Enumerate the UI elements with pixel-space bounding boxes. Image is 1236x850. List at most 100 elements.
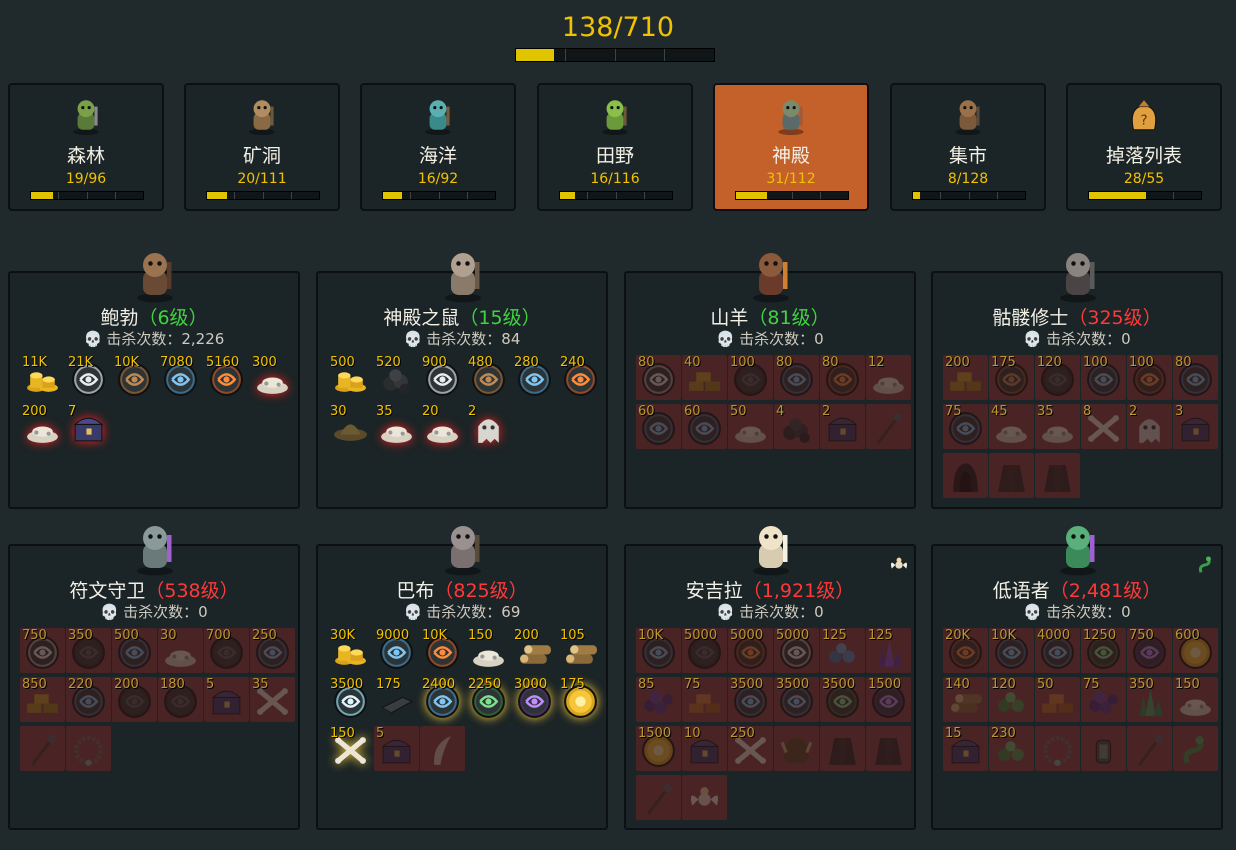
area-tab-5[interactable]: 神殿 31/112 — [713, 83, 869, 211]
boss-card[interactable]: 符文守卫（538级） 💀 击杀次数：0 750 350 500 30 700 2… — [8, 526, 300, 830]
drop-slot[interactable]: 140 — [943, 677, 988, 722]
drop-slot[interactable]: 1500 — [636, 726, 681, 771]
drop-slot[interactable]: 4 — [774, 404, 819, 449]
boss-card[interactable]: 巴布（825级） 💀 击杀次数：69 30K 9000 10K 150 200 … — [316, 526, 608, 830]
drop-slot[interactable]: 3500 — [328, 677, 373, 722]
drop-slot[interactable] — [1081, 726, 1126, 771]
area-tab-7[interactable]: ? 掉落列表 28/55 — [1066, 83, 1222, 211]
drop-slot[interactable]: 9000 — [374, 628, 419, 673]
drop-slot[interactable]: 1500 — [866, 677, 911, 722]
boss-card[interactable]: 鲍勃（6级） 💀 击杀次数：2,226 11K 21K 10K 7080 516… — [8, 253, 300, 509]
drop-slot[interactable]: 520 — [374, 355, 419, 400]
drop-slot[interactable]: 80 — [774, 355, 819, 400]
drop-slot[interactable]: 80 — [1173, 355, 1218, 400]
drop-slot[interactable]: 5 — [204, 677, 249, 722]
area-tab-4[interactable]: 田野 16/116 — [537, 83, 693, 211]
drop-slot[interactable]: 80 — [636, 355, 681, 400]
drop-slot[interactable]: 100 — [1081, 355, 1126, 400]
drop-slot[interactable] — [943, 453, 988, 498]
drop-slot[interactable]: 20 — [420, 404, 465, 449]
drop-slot[interactable]: 150 — [328, 726, 373, 771]
boss-card[interactable]: 安吉拉（1,921级） 💀 击杀次数：0 10K 5000 5000 5000 … — [624, 526, 916, 830]
drop-slot[interactable]: 230 — [989, 726, 1034, 771]
boss-card[interactable]: 山羊（81级） 💀 击杀次数：0 80 40 100 80 80 12 60 6… — [624, 253, 916, 509]
drop-slot[interactable]: 40 — [682, 355, 727, 400]
drop-slot[interactable]: 80 — [820, 355, 865, 400]
drop-slot[interactable]: 5160 — [204, 355, 249, 400]
drop-slot[interactable]: 200 — [20, 404, 65, 449]
drop-slot[interactable]: 250 — [250, 628, 295, 673]
drop-slot[interactable]: 60 — [636, 404, 681, 449]
drop-slot[interactable]: 30 — [328, 404, 373, 449]
drop-slot[interactable] — [1035, 453, 1080, 498]
drop-slot[interactable]: 85 — [636, 677, 681, 722]
drop-slot[interactable] — [774, 726, 819, 771]
drop-slot[interactable]: 750 — [20, 628, 65, 673]
drop-slot[interactable]: 120 — [1035, 355, 1080, 400]
drop-slot[interactable]: 5000 — [774, 628, 819, 673]
drop-slot[interactable]: 5 — [374, 726, 419, 771]
drop-slot[interactable]: 125 — [820, 628, 865, 673]
area-tab-3[interactable]: 海洋 16/92 — [360, 83, 516, 211]
drop-slot[interactable]: 10K — [420, 628, 465, 673]
drop-slot[interactable]: 10K — [112, 355, 157, 400]
drop-slot[interactable]: 35 — [250, 677, 295, 722]
drop-slot[interactable]: 300 — [250, 355, 295, 400]
drop-slot[interactable]: 150 — [466, 628, 511, 673]
drop-slot[interactable]: 45 — [989, 404, 1034, 449]
drop-slot[interactable]: 10K — [636, 628, 681, 673]
drop-slot[interactable]: 600 — [1173, 628, 1218, 673]
boss-card[interactable]: 低语者（2,481级） 💀 击杀次数：0 20K 10K 4000 1250 7… — [931, 526, 1223, 830]
drop-slot[interactable] — [1127, 726, 1172, 771]
drop-slot[interactable]: 75 — [1081, 677, 1126, 722]
drop-slot[interactable]: 5000 — [682, 628, 727, 673]
drop-slot[interactable]: 50 — [1035, 677, 1080, 722]
drop-slot[interactable] — [820, 726, 865, 771]
drop-slot[interactable]: 250 — [728, 726, 773, 771]
drop-slot[interactable]: 350 — [1127, 677, 1172, 722]
drop-slot[interactable] — [420, 726, 465, 771]
drop-slot[interactable]: 175 — [989, 355, 1034, 400]
drop-slot[interactable]: 4000 — [1035, 628, 1080, 673]
drop-slot[interactable]: 7080 — [158, 355, 203, 400]
drop-slot[interactable] — [989, 453, 1034, 498]
drop-slot[interactable]: 2400 — [420, 677, 465, 722]
drop-slot[interactable]: 7 — [66, 404, 111, 449]
drop-slot[interactable] — [636, 775, 681, 820]
drop-slot[interactable]: 30K — [328, 628, 373, 673]
boss-card[interactable]: 骷髅修士（325级） 💀 击杀次数：0 200 175 120 100 100 … — [931, 253, 1223, 509]
drop-slot[interactable]: 700 — [204, 628, 249, 673]
drop-slot[interactable]: 60 — [682, 404, 727, 449]
drop-slot[interactable]: 850 — [20, 677, 65, 722]
drop-slot[interactable]: 3 — [1173, 404, 1218, 449]
drop-slot[interactable] — [1173, 726, 1218, 771]
drop-slot[interactable]: 2250 — [466, 677, 511, 722]
drop-slot[interactable]: 3500 — [728, 677, 773, 722]
drop-slot[interactable] — [1035, 726, 1080, 771]
area-tab-2[interactable]: 矿洞 20/111 — [184, 83, 340, 211]
drop-slot[interactable]: 2 — [820, 404, 865, 449]
drop-slot[interactable]: 2 — [466, 404, 511, 449]
drop-slot[interactable]: 2 — [1127, 404, 1172, 449]
drop-slot[interactable]: 125 — [866, 628, 911, 673]
boss-card[interactable]: 神殿之鼠（15级） 💀 击杀次数：84 500 520 900 480 280 … — [316, 253, 608, 509]
drop-slot[interactable]: 750 — [1127, 628, 1172, 673]
drop-slot[interactable]: 3500 — [820, 677, 865, 722]
drop-slot[interactable]: 5000 — [728, 628, 773, 673]
drop-slot[interactable] — [866, 726, 911, 771]
drop-slot[interactable]: 350 — [66, 628, 111, 673]
drop-slot[interactable]: 500 — [328, 355, 373, 400]
drop-slot[interactable]: 200 — [943, 355, 988, 400]
area-tab-1[interactable]: 森林 19/96 — [8, 83, 164, 211]
drop-slot[interactable]: 20K — [943, 628, 988, 673]
drop-slot[interactable]: 3500 — [774, 677, 819, 722]
drop-slot[interactable]: 220 — [66, 677, 111, 722]
drop-slot[interactable]: 35 — [374, 404, 419, 449]
drop-slot[interactable]: 21K — [66, 355, 111, 400]
drop-slot[interactable]: 75 — [682, 677, 727, 722]
drop-slot[interactable] — [866, 404, 911, 449]
drop-slot[interactable]: 50 — [728, 404, 773, 449]
drop-slot[interactable]: 1250 — [1081, 628, 1126, 673]
area-tab-6[interactable]: 集市 8/128 — [890, 83, 1046, 211]
drop-slot[interactable]: 280 — [512, 355, 557, 400]
